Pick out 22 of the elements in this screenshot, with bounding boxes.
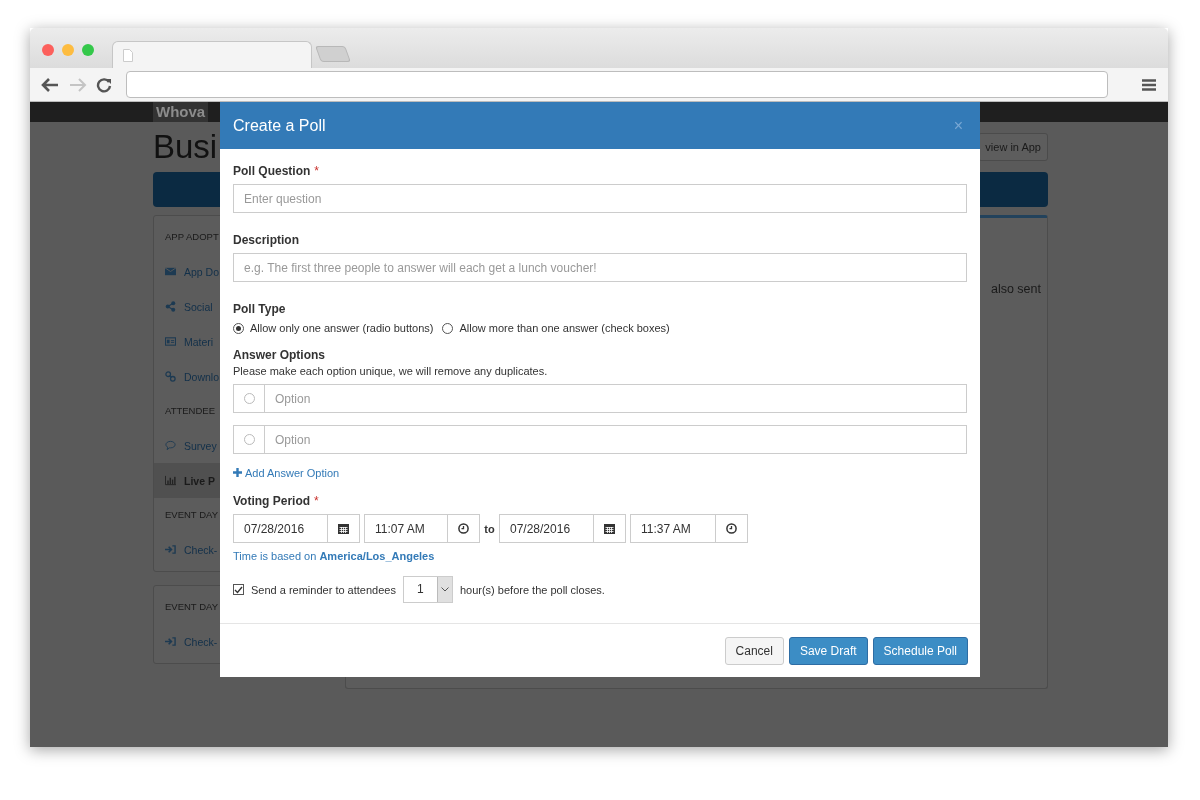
required-mark: * — [314, 494, 319, 508]
field-label: Description — [233, 233, 299, 247]
range-separator: to — [483, 522, 496, 535]
timezone-note: Time is based on America/Los_Angeles — [233, 550, 436, 562]
brand-name: Whova — [153, 102, 209, 122]
sidebar-heading: ATTENDEE — [165, 404, 215, 418]
field-label: Voting Period — [233, 494, 311, 508]
radio-label: Allow more than one answer (check boxes) — [459, 322, 670, 334]
page-title: Busi — [153, 128, 218, 166]
hint-text: Please make each option unique, we will remove any duplicates. — [233, 365, 549, 377]
reminder-label: Send a reminder to attendees — [251, 583, 396, 596]
sidebar-heading: EVENT DAY — [165, 600, 218, 614]
reminder-suffix: hour(s) before the poll closes. — [459, 583, 605, 596]
sidebar-heading: APP ADOPT — [165, 230, 219, 244]
field-label: Poll Question — [233, 164, 311, 178]
radio-label: Allow only one answer (radio buttons) — [250, 322, 434, 334]
field-label: Poll Type — [233, 302, 286, 316]
field-label: Answer Options — [233, 348, 325, 362]
dialog-title: Create a Poll — [233, 116, 326, 135]
sidebar-heading: EVENT DAY — [165, 508, 218, 522]
required-mark: * — [314, 164, 319, 178]
panel-text: also sent — [990, 282, 1041, 296]
